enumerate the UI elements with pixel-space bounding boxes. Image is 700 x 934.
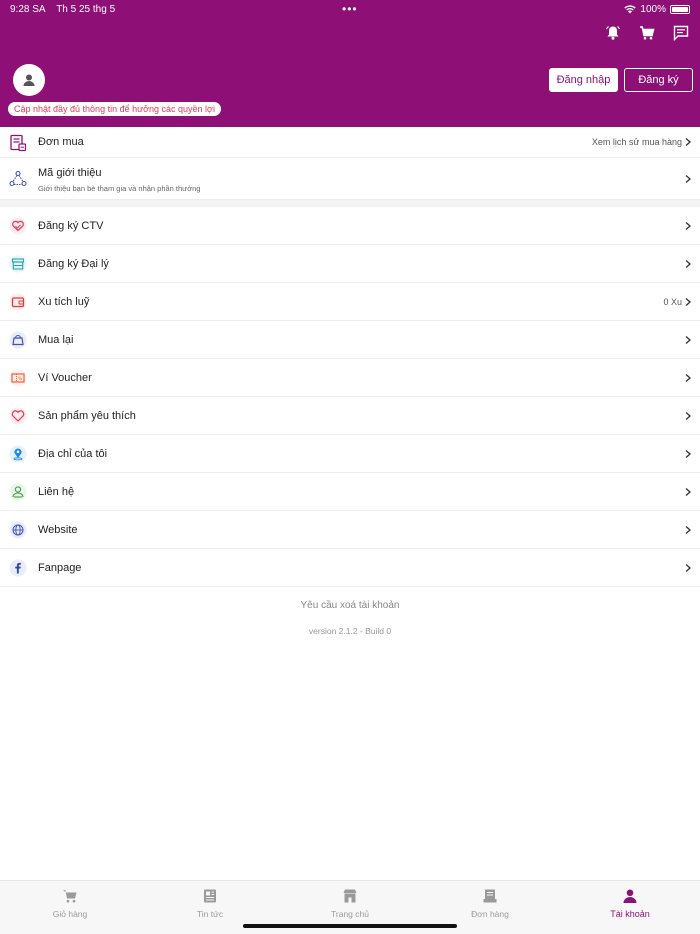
purchase-history-link[interactable]: Xem lịch sử mua hàng: [592, 137, 682, 147]
bell-icon[interactable]: [604, 24, 622, 42]
cart-icon: [61, 887, 79, 905]
tab-label: Đơn hàng: [471, 909, 509, 919]
menu-item-label: Fanpage: [38, 562, 82, 574]
battery-icon: [670, 5, 690, 14]
cart-icon[interactable]: [638, 24, 656, 42]
chevron-right-icon: [685, 488, 691, 496]
menu-contact[interactable]: Liên hệ: [0, 473, 700, 511]
menu-register-ctv[interactable]: Đăng ký CTV: [0, 207, 700, 245]
status-date: Th 5 25 thg 5: [56, 4, 116, 15]
chevron-right-icon: [685, 564, 691, 572]
home-indicator: [243, 924, 457, 928]
storefront-icon: [341, 887, 359, 905]
chevron-right-icon: [685, 336, 691, 344]
coin-balance: 0 Xu: [663, 297, 682, 307]
menu-register-agent[interactable]: Đăng ký Đại lý: [0, 245, 700, 283]
contact-support-icon: [8, 482, 28, 502]
svg-text:%: %: [18, 376, 23, 382]
register-button[interactable]: Đăng ký: [624, 68, 693, 92]
menu-my-address[interactable]: Địa chỉ của tôi: [0, 435, 700, 473]
chevron-right-icon: [685, 222, 691, 230]
app-version: version 2.1.2 - Build 0: [308, 626, 392, 636]
globe-icon: [8, 520, 28, 540]
menu-item-label: Sản phẩm yêu thích: [38, 410, 136, 422]
account-header: 9:28 SA Th 5 25 thg 5 ••• 100% Cập nhật …: [0, 0, 700, 127]
message-icon[interactable]: [672, 24, 690, 42]
tab-cart[interactable]: Giỏ hàng: [0, 881, 140, 934]
menu-referral-description: Giới thiệu bạn bè tham gia và nhận phần …: [38, 184, 201, 193]
account-menu: Đơn mua Xem lịch sử mua hàng Mã giới thi…: [0, 127, 700, 587]
menu-item-label: Đăng ký CTV: [38, 220, 104, 232]
tab-account[interactable]: Tài khoản: [560, 881, 700, 934]
chevron-right-icon: [685, 260, 691, 268]
multitask-dots[interactable]: •••: [342, 2, 358, 16]
tab-label: Trang chủ: [331, 909, 369, 919]
section-divider: [0, 200, 700, 207]
chevron-right-icon: [685, 412, 691, 420]
voucher-ticket-icon: %: [8, 368, 28, 388]
shopping-bag-icon: [8, 330, 28, 350]
menu-website[interactable]: Website: [0, 511, 700, 549]
update-profile-notice[interactable]: Cập nhật đầy đủ thông tin để hưởng các q…: [8, 102, 221, 116]
chevron-right-icon: [685, 298, 691, 306]
facebook-icon: [8, 558, 28, 578]
chevron-right-icon: [685, 374, 691, 382]
delete-account-link[interactable]: Yêu cầu xoá tài khoản: [0, 600, 700, 611]
newspaper-icon: [201, 887, 219, 905]
chevron-right-icon: [685, 138, 691, 146]
status-bar: 9:28 SA Th 5 25 thg 5 ••• 100%: [0, 0, 700, 18]
tab-label: Tin tức: [196, 909, 224, 919]
receipt-icon: [481, 887, 499, 905]
menu-item-label: Ví Voucher: [38, 372, 92, 384]
menu-voucher-wallet[interactable]: % Ví Voucher: [0, 359, 700, 397]
heart-icon: [8, 406, 28, 426]
header-actions: [604, 24, 690, 42]
menu-orders[interactable]: Đơn mua Xem lịch sử mua hàng: [0, 127, 700, 158]
tab-label: Giỏ hàng: [52, 909, 88, 919]
menu-coins[interactable]: Xu tích luỹ 0 Xu: [0, 283, 700, 321]
menu-item-label: Đăng ký Đại lý: [38, 258, 109, 270]
menu-referral[interactable]: Mã giới thiệu Giới thiệu bạn bè tham gia…: [0, 158, 700, 200]
menu-fanpage[interactable]: Fanpage: [0, 549, 700, 587]
order-list-icon: [8, 133, 28, 153]
chevron-right-icon: [685, 526, 691, 534]
menu-item-label: Mua lại: [38, 334, 74, 346]
handshake-heart-icon: [8, 216, 28, 236]
menu-item-label: Liên hệ: [38, 486, 75, 498]
status-indicators: 100%: [624, 4, 690, 15]
tab-label: Tài khoản: [610, 909, 650, 919]
status-time-date: 9:28 SA Th 5 25 thg 5: [10, 4, 123, 15]
status-time: 9:28 SA: [10, 4, 46, 15]
login-button[interactable]: Đăng nhập: [549, 68, 618, 92]
battery-percent: 100%: [640, 4, 666, 15]
menu-orders-label: Đơn mua: [38, 136, 84, 148]
menu-rebuy[interactable]: Mua lại: [0, 321, 700, 359]
store-icon: [8, 254, 28, 274]
user-icon: [23, 74, 35, 86]
chevron-right-icon: [685, 175, 691, 183]
user-icon: [621, 887, 639, 905]
menu-referral-label: Mã giới thiệu: [38, 167, 102, 179]
menu-item-label: Địa chỉ của tôi: [38, 448, 108, 460]
wifi-icon: [624, 5, 637, 14]
referral-network-icon: [8, 169, 28, 189]
wallet-icon: [8, 292, 28, 312]
chevron-right-icon: [685, 450, 691, 458]
menu-item-label: Xu tích luỹ: [38, 296, 90, 308]
location-pin-icon: [8, 444, 28, 464]
menu-favorites[interactable]: Sản phẩm yêu thích: [0, 397, 700, 435]
avatar[interactable]: [13, 64, 45, 96]
menu-item-label: Website: [38, 524, 78, 536]
